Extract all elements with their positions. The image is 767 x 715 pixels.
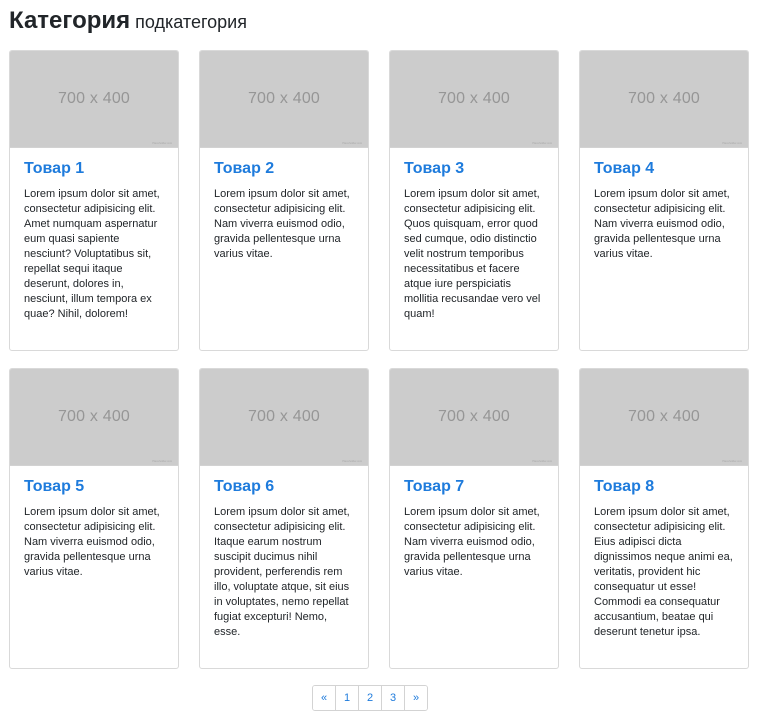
placeholder-credit: Placeholder.com bbox=[532, 141, 552, 145]
product-card-3: 700 x 400 Placeholder.com Товар 3 Lorem … bbox=[389, 50, 559, 351]
product-image[interactable]: 700 x 400 Placeholder.com bbox=[200, 51, 368, 148]
product-title-link[interactable]: Товар 3 bbox=[404, 160, 545, 178]
product-description: Lorem ipsum dolor sit amet, consectetur … bbox=[214, 506, 350, 638]
product-card-7: 700 x 400 Placeholder.com Товар 7 Lorem … bbox=[389, 368, 559, 669]
subcategory-title: подкатегория bbox=[135, 12, 247, 32]
product-image[interactable]: 700 x 400 Placeholder.com bbox=[200, 369, 368, 466]
pagination-next-button[interactable]: » bbox=[405, 686, 427, 710]
product-title-link[interactable]: Товар 1 bbox=[24, 160, 165, 178]
placeholder-label: 700 x 400 bbox=[437, 90, 511, 107]
placeholder-credit: Placeholder.com bbox=[152, 141, 172, 145]
placeholder-credit: Placeholder.com bbox=[532, 459, 552, 463]
pagination-page-3[interactable]: 3 bbox=[382, 686, 405, 710]
product-description: Lorem ipsum dolor sit amet, consectetur … bbox=[594, 506, 733, 638]
placeholder-label: 700 x 400 bbox=[247, 90, 321, 107]
product-title-link[interactable]: Товар 5 bbox=[24, 478, 165, 496]
product-card-2: 700 x 400 Placeholder.com Товар 2 Lorem … bbox=[199, 50, 369, 351]
product-description: Lorem ipsum dolor sit amet, consectetur … bbox=[24, 506, 160, 578]
placeholder-label: 700 x 400 bbox=[57, 90, 131, 107]
category-title: Категория bbox=[9, 7, 131, 34]
placeholder-label: 700 x 400 bbox=[627, 408, 701, 425]
placeholder-label: 700 x 400 bbox=[627, 90, 701, 107]
pagination-page-1[interactable]: 1 bbox=[336, 686, 359, 710]
product-grid: 700 x 400 Placeholder.com Товар 1 Lorem … bbox=[9, 50, 749, 669]
product-image[interactable]: 700 x 400 Placeholder.com bbox=[580, 51, 748, 148]
product-title-link[interactable]: Товар 2 bbox=[214, 160, 355, 178]
placeholder-credit: Placeholder.com bbox=[722, 459, 742, 463]
product-title-link[interactable]: Товар 6 bbox=[214, 478, 355, 496]
pagination-page-2[interactable]: 2 bbox=[359, 686, 382, 710]
product-description: Lorem ipsum dolor sit amet, consectetur … bbox=[404, 188, 541, 320]
product-description: Lorem ipsum dolor sit amet, consectetur … bbox=[214, 188, 350, 260]
product-card-6: 700 x 400 Placeholder.com Товар 6 Lorem … bbox=[199, 368, 369, 669]
product-description: Lorem ipsum dolor sit amet, consectetur … bbox=[24, 188, 160, 320]
page: Категория подкатегория bbox=[9, 0, 749, 44]
pagination-prev-button[interactable]: « bbox=[313, 686, 336, 710]
product-image[interactable]: 700 x 400 Placeholder.com bbox=[390, 369, 558, 466]
pagination: « 1 2 3 » bbox=[312, 685, 428, 711]
placeholder-label: 700 x 400 bbox=[57, 408, 131, 425]
placeholder-credit: Placeholder.com bbox=[342, 141, 362, 145]
product-image[interactable]: 700 x 400 Placeholder.com bbox=[10, 369, 178, 466]
page-title: Категория подкатегория bbox=[9, 0, 749, 44]
placeholder-label: 700 x 400 bbox=[437, 408, 511, 425]
product-description: Lorem ipsum dolor sit amet, consectetur … bbox=[404, 506, 540, 578]
product-title-link[interactable]: Товар 4 bbox=[594, 160, 735, 178]
placeholder-credit: Placeholder.com bbox=[722, 141, 742, 145]
product-image[interactable]: 700 x 400 Placeholder.com bbox=[580, 369, 748, 466]
placeholder-credit: Placeholder.com bbox=[342, 459, 362, 463]
product-image[interactable]: 700 x 400 Placeholder.com bbox=[390, 51, 558, 148]
product-card-5: 700 x 400 Placeholder.com Товар 5 Lorem … bbox=[9, 368, 179, 669]
product-image[interactable]: 700 x 400 Placeholder.com bbox=[10, 51, 178, 148]
product-card-8: 700 x 400 Placeholder.com Товар 8 Lorem … bbox=[579, 368, 749, 669]
product-title-link[interactable]: Товар 7 bbox=[404, 478, 545, 496]
placeholder-credit: Placeholder.com bbox=[152, 459, 172, 463]
placeholder-label: 700 x 400 bbox=[247, 408, 321, 425]
product-card-4: 700 x 400 Placeholder.com Товар 4 Lorem … bbox=[579, 50, 749, 351]
product-card-1: 700 x 400 Placeholder.com Товар 1 Lorem … bbox=[9, 50, 179, 351]
product-description: Lorem ipsum dolor sit amet, consectetur … bbox=[594, 188, 730, 260]
product-title-link[interactable]: Товар 8 bbox=[594, 478, 735, 496]
